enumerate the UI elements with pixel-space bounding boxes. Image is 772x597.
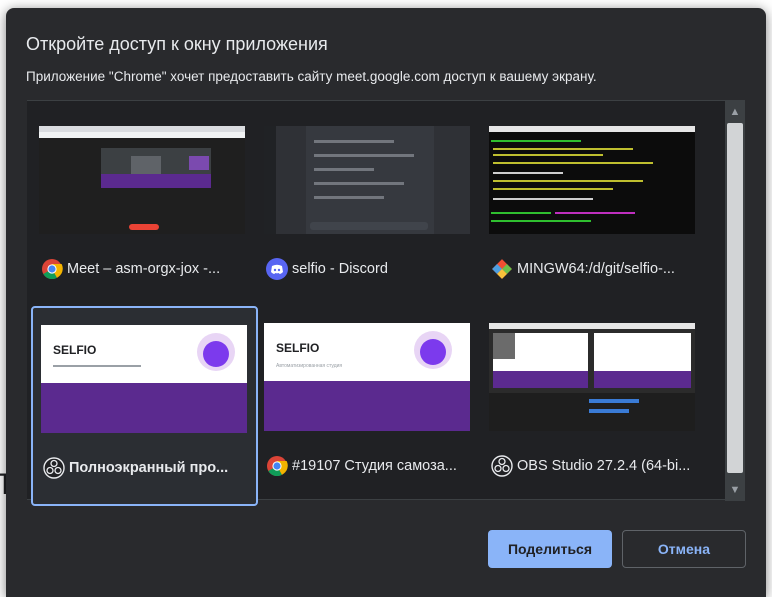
- scrollbar-thumb[interactable]: [727, 123, 743, 473]
- dialog-title: Откройте доступ к окну приложения: [26, 34, 328, 54]
- obs-icon: [43, 457, 65, 479]
- window-item-label: Meet – asm-orgx-jox -...: [67, 261, 221, 277]
- scroll-up-arrow-icon[interactable]: ▲: [725, 103, 745, 121]
- window-thumbnail: SELFIO: [41, 325, 247, 433]
- window-thumbnail: [39, 126, 245, 234]
- chrome-icon: [266, 455, 288, 477]
- cancel-button[interactable]: Отмена: [622, 530, 746, 568]
- share-button[interactable]: Поделиться: [488, 530, 612, 568]
- window-item-obs-studio[interactable]: OBS Studio 27.2.4 (64-bi...: [481, 306, 708, 506]
- git-bash-icon: [491, 258, 513, 280]
- window-item-label: OBS Studio 27.2.4 (64-bi...: [517, 458, 691, 474]
- obs-icon: [491, 455, 513, 477]
- window-item-discord[interactable]: selfio - Discord: [256, 109, 483, 309]
- window-list: Meet – asm-orgx-jox -... selfio - Discor…: [27, 100, 745, 506]
- chrome-icon: [41, 258, 63, 280]
- discord-icon: [266, 258, 288, 280]
- window-thumbnail: [489, 126, 695, 234]
- dialog-subtitle: Приложение "Chrome" хочет предоставить с…: [26, 69, 597, 84]
- scrollbar[interactable]: ▲ ▼: [725, 101, 745, 501]
- window-thumbnail: [264, 126, 470, 234]
- window-item-studio[interactable]: SELFIO Автоматизированная студия #19107 …: [256, 306, 483, 506]
- window-item-meet[interactable]: Meet – asm-orgx-jox -...: [31, 109, 258, 309]
- scroll-down-arrow-icon[interactable]: ▼: [725, 481, 745, 499]
- window-thumbnail: [489, 323, 695, 431]
- thumb-tagline: Автоматизированная студия: [276, 363, 343, 369]
- window-item-label: #19107 Студия самоза...: [292, 458, 457, 474]
- window-item-label: MINGW64:/d/git/selfio-...: [517, 261, 675, 277]
- window-item-fullscreen-projector[interactable]: SELFIO Полноэкранный про...: [31, 306, 258, 506]
- thumb-brand: SELFIO: [53, 343, 97, 357]
- share-dialog: Откройте доступ к окну приложения Прилож…: [6, 8, 766, 597]
- thumb-brand: SELFIO: [276, 341, 320, 355]
- window-item-mingw64[interactable]: MINGW64:/d/git/selfio-...: [481, 109, 708, 309]
- window-item-label: selfio - Discord: [292, 261, 388, 277]
- window-thumbnail: SELFIO Автоматизированная студия: [264, 323, 470, 431]
- window-item-label: Полноэкранный про...: [69, 460, 229, 476]
